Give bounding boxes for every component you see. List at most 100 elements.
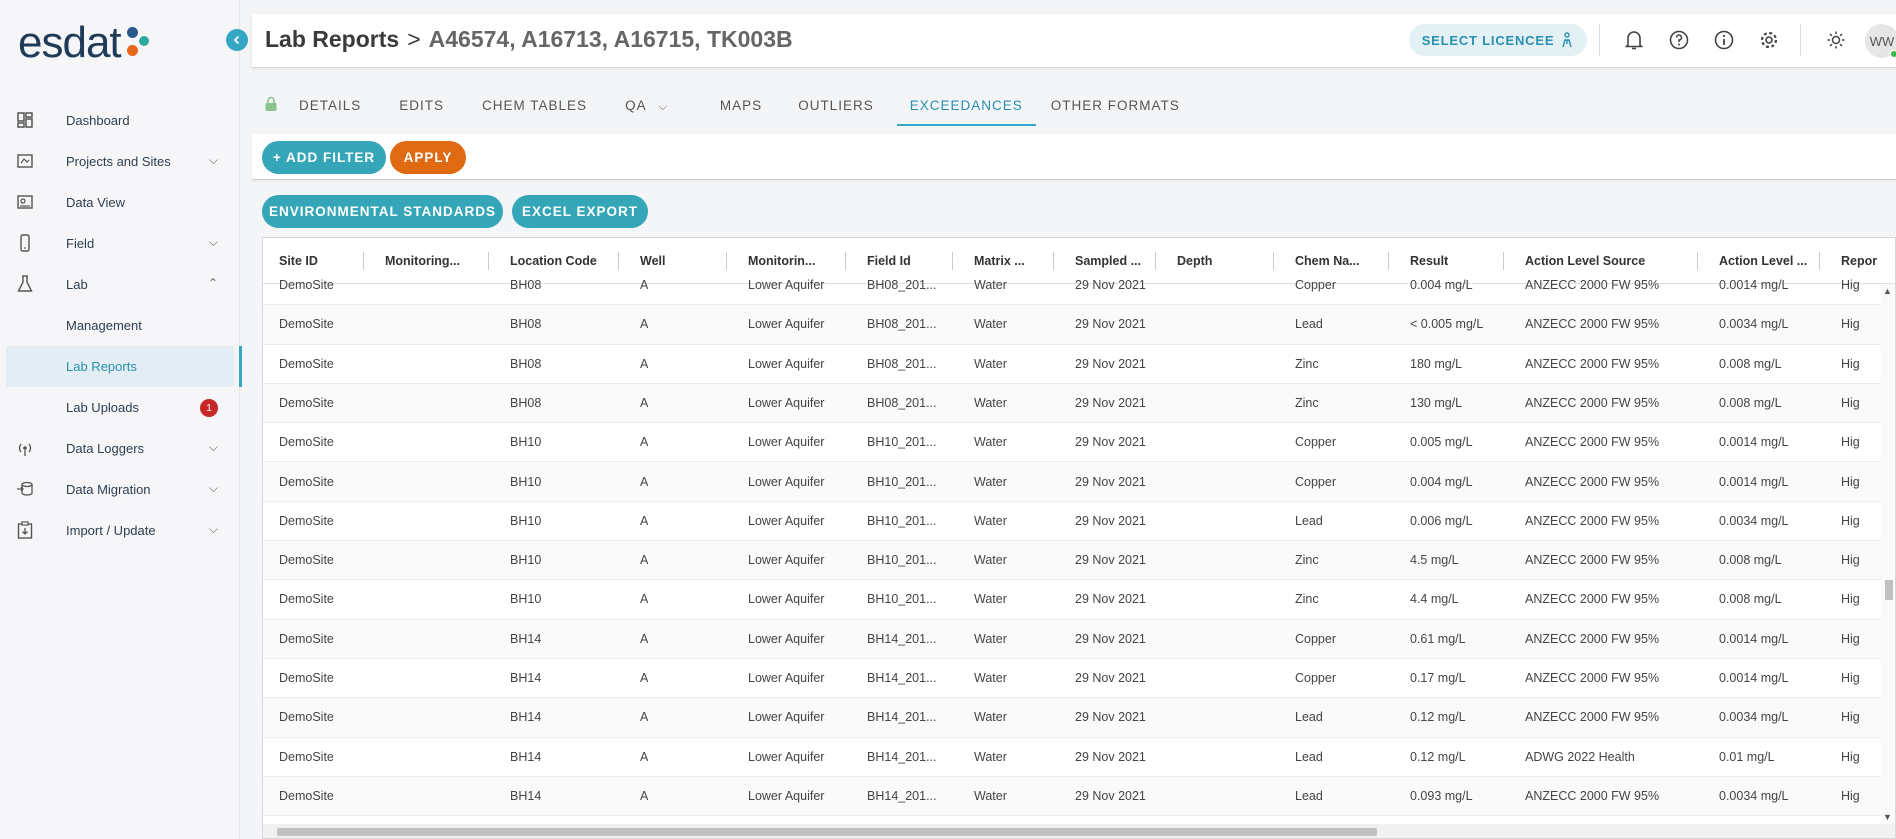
chevron-down-icon[interactable]: ⌵ — [209, 440, 218, 455]
table-cell — [1161, 423, 1279, 462]
table-cell — [369, 502, 494, 541]
bell-icon[interactable] — [1622, 28, 1646, 52]
scrollbar-thumb[interactable] — [1885, 580, 1893, 600]
tab-outliers[interactable]: OUTLIERS — [785, 86, 887, 126]
table-cell — [369, 777, 494, 816]
table-row[interactable]: DemoSite BH08 A Lower Aquifer BH08_201... Wat… — [263, 266, 1895, 306]
sidebar-item-lab-reports[interactable]: Lab Reports — [6, 346, 242, 387]
table-row[interactable]: DemoSite BH10 A Lower Aquifer BH10_201... Wat… — [263, 541, 1895, 581]
table-row[interactable]: DemoSite BH10 A Lower Aquifer BH10_201... Wat… — [263, 423, 1895, 463]
chevron-left-icon — [233, 35, 240, 45]
table-row[interactable]: DemoSite BH14 A Lower Aquifer BH14_201... Wat… — [263, 738, 1895, 777]
table-row[interactable]: DemoSite BH08 A Lower Aquifer BH08_201... Wat… — [263, 305, 1895, 345]
tab-chem-tables[interactable]: CHEM TABLES — [469, 86, 600, 126]
lock-icon — [264, 96, 278, 115]
sidebar-item-management[interactable]: Management — [0, 305, 240, 346]
table-row[interactable]: DemoSite BH10 A Lower Aquifer BH10_201... Wat… — [263, 502, 1895, 542]
sidebar-item-field[interactable]: Field ⌵ — [0, 223, 240, 264]
table-row[interactable]: DemoSite BH08 A Lower Aquifer BH08_201... Wat… — [263, 383, 1895, 424]
chevron-down-icon[interactable]: ⌵ — [209, 522, 218, 537]
table-cell: DemoSite — [279, 395, 334, 410]
sidebar-item-label: Dashboard — [66, 113, 130, 128]
table-cell: A — [640, 356, 649, 371]
table-row[interactable]: DemoSite BH14 A Lower Aquifer BH14_201... Wat… — [263, 698, 1895, 738]
page-title-reports: A46574, A16713, A16715, TK003B — [428, 26, 793, 52]
header-divider — [1800, 24, 1801, 56]
sidebar-item-dashboard[interactable]: Dashboard — [0, 100, 240, 141]
table-cell: Zinc — [1295, 553, 1319, 568]
tab-qa[interactable]: QA ⌵ — [612, 86, 681, 126]
table-cell: BH14 — [510, 749, 542, 764]
sidebar-item-label: Lab Reports — [66, 359, 137, 374]
table-cell: Copper — [1295, 631, 1336, 646]
table-cell: BH14 — [510, 788, 542, 803]
table-cell — [369, 738, 494, 777]
vertical-scrollbar[interactable]: ▲ ▼ — [1881, 284, 1895, 824]
table-row[interactable]: DemoSite BH10 A Lower Aquifer BH10_201... Wat… — [263, 580, 1895, 620]
theme-toggle-icon[interactable] — [1824, 28, 1848, 52]
table-row[interactable]: DemoSite BH08 A Lower Aquifer BH08_201... Wat… — [263, 345, 1895, 384]
table-cell: 0.17 mg/L — [1410, 671, 1466, 685]
signal-icon — [16, 439, 34, 457]
tab-exceedances[interactable]: EXCEEDANCES — [896, 86, 1036, 126]
chevron-down-icon[interactable]: ⌵ — [209, 153, 218, 168]
table-cell: BH14 — [510, 710, 542, 725]
esdat-logo[interactable]: esdat — [18, 18, 155, 68]
sidebar-item-lab[interactable]: Lab ⌃ — [0, 264, 240, 305]
excel-export-button[interactable]: EXCEL EXPORT — [512, 195, 648, 228]
sidebar-item-data-migration[interactable]: Data Migration ⌵ — [0, 469, 240, 510]
table-cell: 29 Nov 2021 — [1075, 356, 1146, 371]
sidebar-item-data-view[interactable]: Data View — [0, 182, 240, 223]
scrollbar-thumb[interactable] — [277, 828, 1377, 836]
chevron-down-icon[interactable]: ⌵ — [209, 235, 218, 250]
table-row[interactable]: DemoSite BH14 A Lower Aquifer BH14_201... Wat… — [263, 619, 1895, 659]
sidebar-item-import-update[interactable]: Import / Update ⌵ — [0, 510, 240, 551]
table-cell: Water — [974, 710, 1007, 725]
sidebar-item-label: Projects and Sites — [66, 154, 171, 169]
tab-maps[interactable]: MAPS — [707, 86, 775, 126]
horizontal-scrollbar[interactable] — [263, 824, 1895, 838]
tab-other-formats[interactable]: OTHER FORMATS — [1038, 86, 1193, 126]
flask-icon — [16, 275, 34, 293]
table-cell: DemoSite — [279, 474, 334, 489]
chevron-up-icon[interactable]: ⌃ — [208, 276, 218, 290]
table-cell: A — [640, 631, 649, 646]
table-cell: Zinc — [1295, 356, 1319, 371]
table-cell — [1161, 698, 1279, 737]
scroll-up-arrow-icon[interactable]: ▲ — [1883, 286, 1892, 296]
add-filter-button[interactable]: + ADD FILTER — [262, 141, 386, 174]
table-cell: 0.008 mg/L — [1719, 553, 1782, 568]
exceedances-table: Site ID Monitoring... Location Code Well Mon… — [262, 237, 1896, 839]
select-licencee-button[interactable]: SELECT LICENCEE — [1409, 24, 1587, 56]
table-cell: DemoSite — [279, 553, 334, 568]
tab-details[interactable]: DETAILS — [286, 86, 374, 126]
table-row[interactable]: DemoSite BH14 A Lower Aquifer BH14_201... Wat… — [263, 776, 1895, 817]
scroll-down-arrow-icon[interactable]: ▼ — [1883, 812, 1892, 822]
table-cell: 0.006 mg/L — [1410, 513, 1473, 528]
info-icon[interactable] — [1712, 28, 1736, 52]
table-row[interactable]: DemoSite BH10 A Lower Aquifer BH10_201... Wat… — [263, 462, 1895, 502]
table-cell — [1161, 620, 1279, 659]
help-icon[interactable] — [1667, 28, 1691, 52]
chevron-down-icon[interactable]: ⌵ — [209, 481, 218, 496]
table-cell — [1161, 738, 1279, 777]
environmental-standards-button[interactable]: ENVIRONMENTAL STANDARDS — [262, 195, 503, 228]
sidebar-item-projects-and-sites[interactable]: Projects and Sites ⌵ — [0, 141, 240, 182]
table-cell — [369, 698, 494, 737]
tab-edits[interactable]: EDITS — [386, 86, 457, 126]
apply-button[interactable]: APPLY — [390, 141, 466, 174]
sidebar-item-lab-uploads[interactable]: Lab Uploads 1 — [0, 387, 240, 428]
table-cell: Zinc — [1295, 592, 1319, 607]
collapse-sidebar-button[interactable] — [226, 29, 248, 51]
gear-icon[interactable] — [1757, 28, 1781, 52]
table-cell — [369, 580, 494, 619]
table-cell: Water — [974, 356, 1007, 371]
sidebar-item-data-loggers[interactable]: Data Loggers ⌵ — [0, 428, 240, 469]
table-cell: ANZECC 2000 FW 95% — [1525, 671, 1660, 685]
table-cell — [1161, 266, 1279, 305]
table-cell: 0.005 mg/L — [1410, 435, 1473, 450]
table-cell — [369, 384, 494, 423]
table-cell: Lower Aquifer — [748, 788, 825, 803]
table-row[interactable]: DemoSite BH14 A Lower Aquifer BH14_201... Wat… — [263, 659, 1895, 699]
sidebar-nav: Dashboard Projects and Sites ⌵ Data View… — [0, 100, 242, 551]
